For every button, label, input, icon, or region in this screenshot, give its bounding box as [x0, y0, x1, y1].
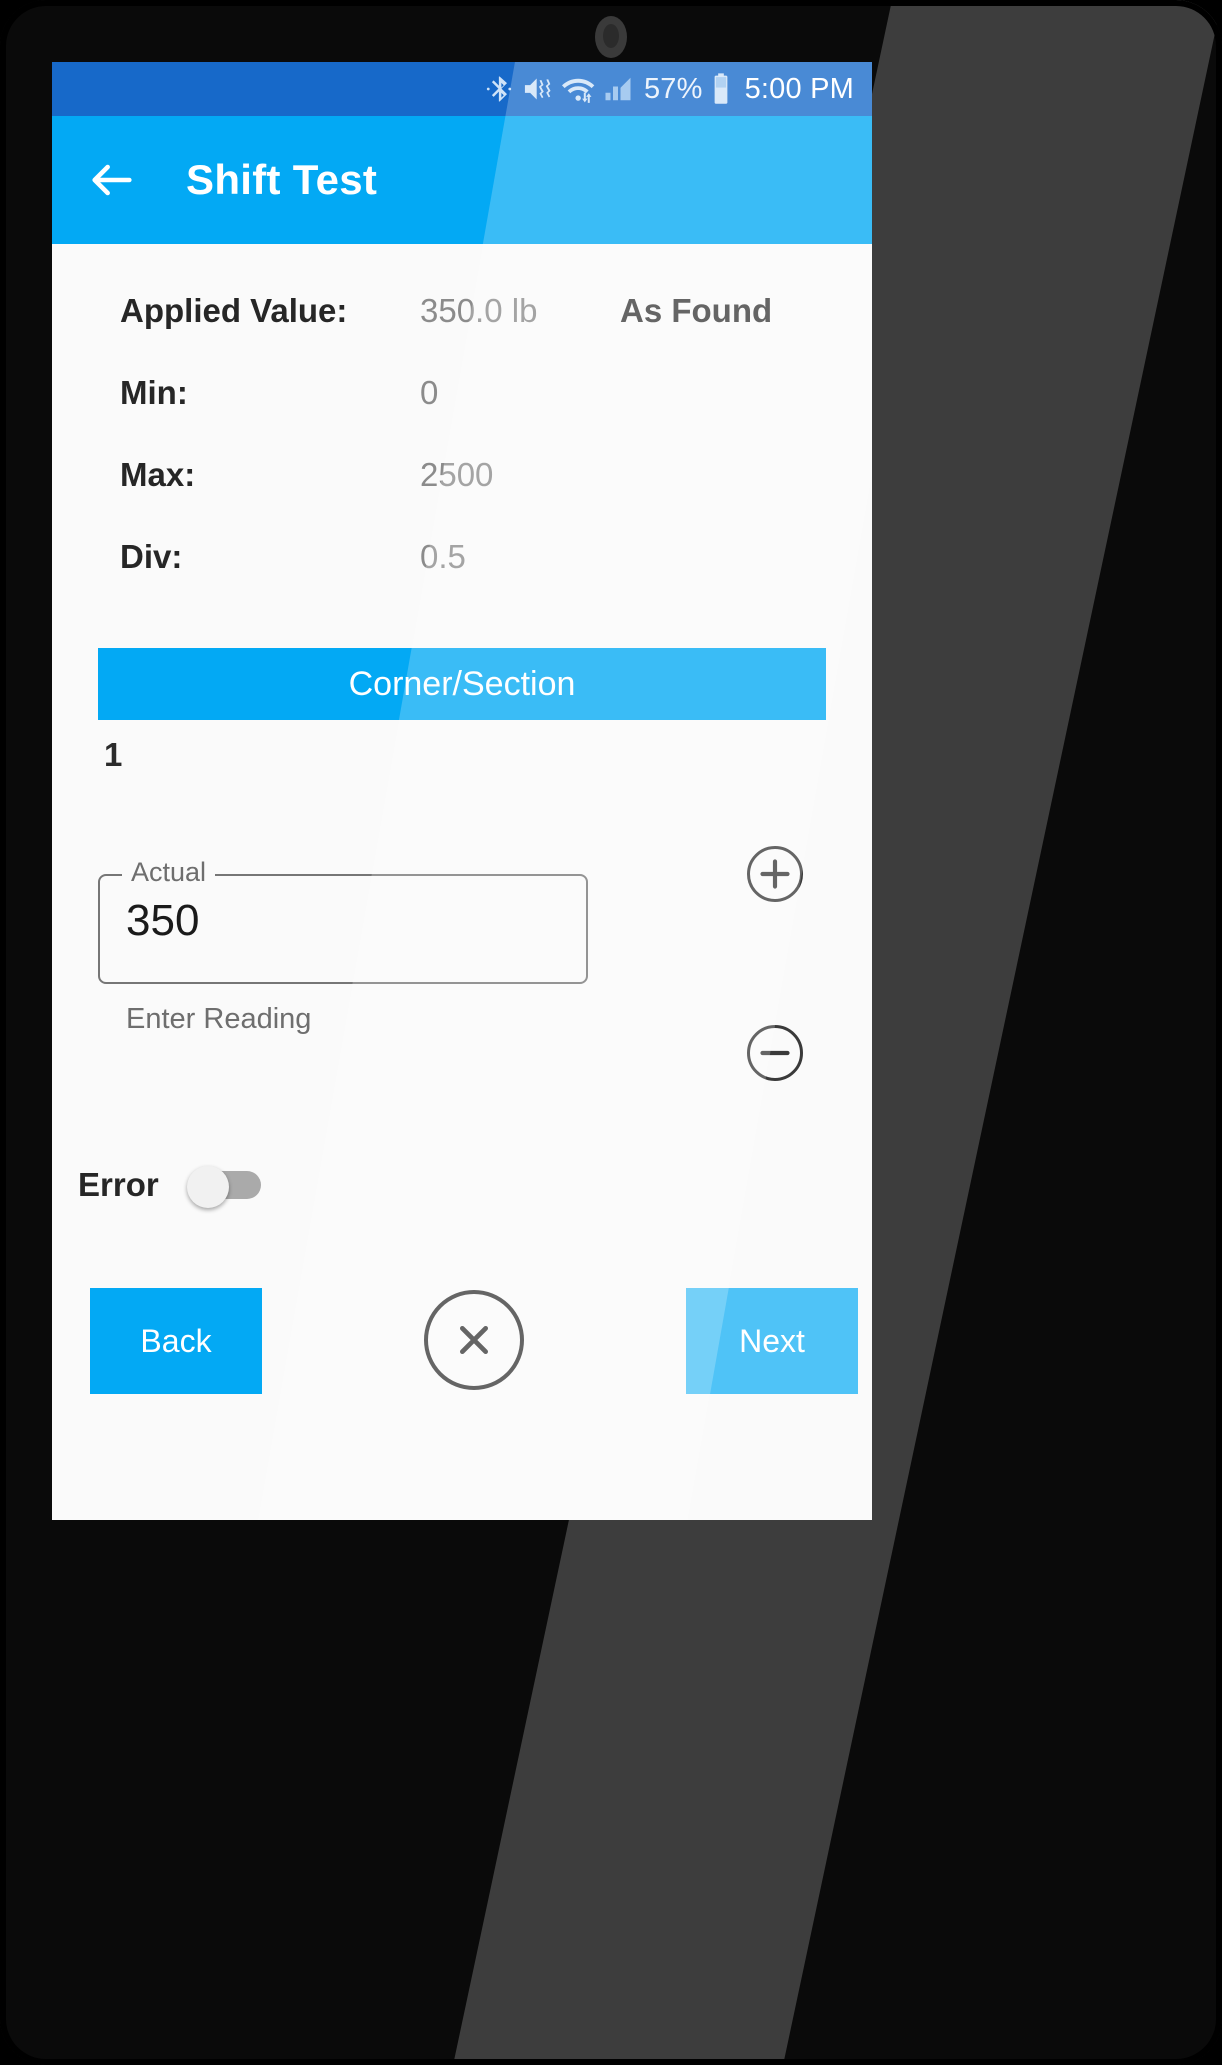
info-row-max: Max: 2500: [52, 456, 872, 538]
front-camera-lens: [603, 24, 619, 48]
cell-signal-icon: [605, 77, 631, 101]
wifi-icon: [561, 78, 595, 103]
back-arrow-icon[interactable]: [86, 154, 138, 206]
back-button[interactable]: Back: [90, 1288, 262, 1394]
clock-label: 5:00 PM: [744, 72, 854, 105]
error-toggle-row: Error: [52, 1154, 872, 1216]
device-screen: 57% 5:00 PM Shift Test Applied Value: 35…: [52, 62, 872, 1520]
next-button[interactable]: Next: [686, 1288, 858, 1394]
error-label: Error: [78, 1166, 159, 1203]
plus-circle-icon[interactable]: [747, 846, 803, 902]
switch-thumb: [186, 1166, 229, 1208]
info-row-div: Div: 0.5: [52, 538, 872, 620]
info-label: Applied Value:: [120, 292, 348, 329]
page-title: Shift Test: [186, 156, 378, 203]
status-bar: 57% 5:00 PM: [52, 62, 872, 116]
bluetooth-icon: [486, 76, 512, 102]
error-switch[interactable]: [186, 1166, 261, 1208]
actual-input[interactable]: Actual 350: [98, 857, 588, 984]
corner-section-label: Corner/Section: [348, 664, 576, 703]
info-value: 0: [420, 374, 439, 411]
corner-section-header: Corner/Section: [98, 648, 826, 720]
info-row-min: Min: 0: [52, 374, 872, 456]
app-bar: Shift Test: [52, 116, 872, 244]
info-value: 350.0 lb: [420, 292, 538, 329]
bottom-button-bar: Back Next: [52, 1288, 872, 1398]
main-content: Applied Value: 350.0 lb As Found Min: 0 …: [52, 244, 872, 1520]
reading-input-area: Actual 350 Enter Reading: [52, 846, 872, 1081]
actual-input-legend: Actual: [122, 857, 216, 888]
close-circle-icon[interactable]: [424, 1290, 524, 1390]
info-value: 0.5: [420, 538, 466, 575]
info-row-applied-value: Applied Value: 350.0 lb As Found: [52, 292, 872, 374]
info-label: Div:: [120, 538, 183, 575]
minus-circle-icon[interactable]: [747, 1025, 803, 1081]
battery-icon: [714, 73, 727, 104]
status-icons: 57% 5:00 PM: [484, 72, 854, 106]
info-value: 2500: [420, 456, 494, 493]
actual-input-helper: Enter Reading: [126, 1003, 312, 1035]
corner-section-value: 1: [104, 736, 123, 773]
info-label: Max:: [120, 456, 196, 493]
info-label: Min:: [120, 374, 188, 411]
mute-vibrate-icon: [524, 78, 551, 100]
battery-percent-label: 57%: [643, 72, 703, 105]
device-frame: 57% 5:00 PM Shift Test Applied Value: 35…: [0, 0, 1222, 2065]
as-found-label: As Found: [620, 292, 773, 329]
actual-input-value: 350: [126, 896, 200, 945]
